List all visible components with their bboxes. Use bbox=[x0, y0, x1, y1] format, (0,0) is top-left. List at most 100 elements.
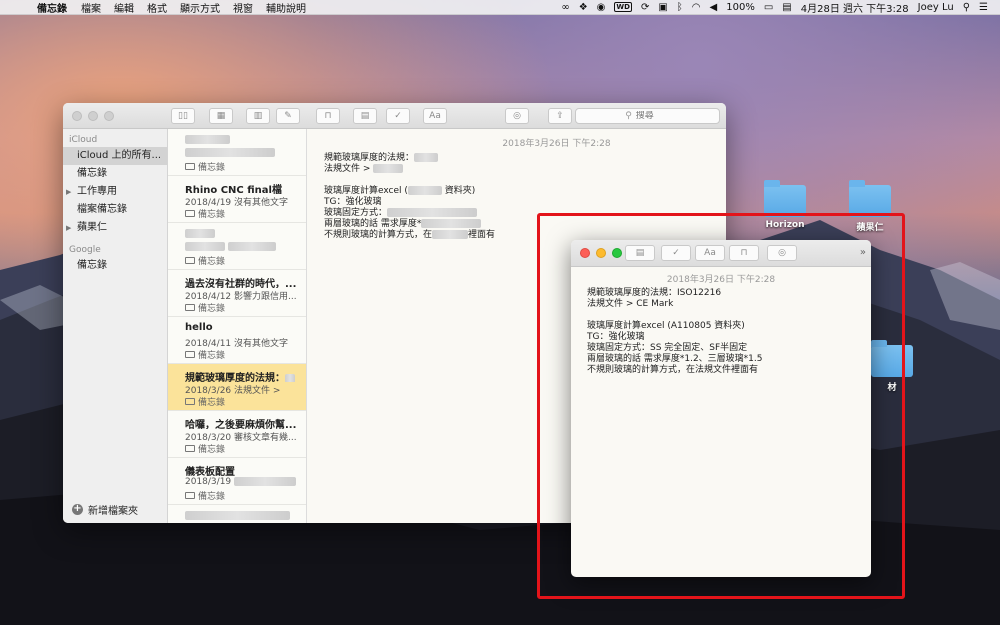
bluetooth-icon[interactable]: ᛒ bbox=[677, 2, 683, 13]
redacted-text bbox=[407, 186, 442, 195]
note-list-item[interactable]: hello 2018/4/11 沒有其他文字 備忘錄 bbox=[168, 317, 306, 364]
sidebar-item-icloud-all[interactable]: iCloud 上的所有... bbox=[63, 147, 167, 165]
note-list-item-selected[interactable]: 規範玻璃厚度的法規： 2018/3/26 法規文件 > 備忘錄 bbox=[168, 364, 306, 411]
input-source-flag-icon[interactable]: ▤ bbox=[782, 2, 791, 13]
menu-file[interactable]: 檔案 bbox=[81, 0, 101, 15]
sidebar-item-google-notes[interactable]: 備忘錄 bbox=[63, 257, 167, 275]
note-body[interactable]: 規範玻璃厚度的法規：ISO12216 法規文件 > CE Mark 玻璃厚度計算… bbox=[571, 288, 871, 376]
text-format-icon: Aa bbox=[429, 111, 441, 121]
menu-window[interactable]: 視窗 bbox=[233, 0, 253, 15]
note-list-item[interactable]: 儀表板配置 2018/3/19 備忘錄 bbox=[168, 458, 306, 505]
menubar-user[interactable]: Joey Lu bbox=[918, 2, 954, 13]
toggle-sidebar-button[interactable]: ▯▯ bbox=[171, 108, 195, 124]
sidebar-item-apple-ren[interactable]: ▶ 蘋果仁 bbox=[63, 219, 167, 237]
lock-note-button[interactable]: ⊓ bbox=[729, 245, 759, 261]
attachments-browser-button[interactable]: ▦ bbox=[209, 108, 233, 124]
desktop-folder-horizon[interactable]: Horizon bbox=[763, 180, 807, 230]
main-toolbar: ▯▯ ▦ ▥ ✎ ⊓ ▤ ✓ Aa ◎ ⇪ ⚲ bbox=[63, 103, 726, 129]
note-folder-label: 備忘錄 bbox=[198, 350, 226, 361]
note-folder: 備忘錄 bbox=[185, 442, 306, 455]
note-line: 兩層玻璃的話 需求厚度* bbox=[324, 219, 726, 230]
desktop-folder-label: Horizon bbox=[765, 220, 805, 230]
sidebar-item-label: 工作專用 bbox=[77, 186, 117, 197]
menu-format[interactable]: 格式 bbox=[147, 0, 167, 15]
close-button[interactable] bbox=[72, 111, 82, 121]
note-title-redacted bbox=[185, 134, 306, 147]
note-folder: 備忘錄 bbox=[185, 489, 306, 502]
menubar-clock[interactable]: 4月28日 週六 下午3:28 bbox=[801, 0, 909, 15]
people-icon: ◎ bbox=[778, 248, 786, 258]
desktop-folder-material[interactable]: 材 bbox=[870, 340, 914, 393]
redacted-text bbox=[185, 148, 275, 157]
note-folder-label: 備忘錄 bbox=[198, 303, 226, 314]
format-text-button[interactable]: Aa bbox=[423, 108, 447, 124]
search-field[interactable]: ⚲ bbox=[575, 108, 720, 124]
note-title: 過去沒有社群的時代，... bbox=[185, 279, 297, 288]
sidebar-item-label: 備忘錄 bbox=[77, 260, 107, 271]
add-people-button[interactable]: ◎ bbox=[767, 245, 797, 261]
creative-cloud-icon[interactable]: ∞ bbox=[561, 2, 569, 13]
toolbar-overflow-icon[interactable]: » bbox=[860, 247, 866, 258]
sidebar-item-work[interactable]: ▶ 工作專用 bbox=[63, 183, 167, 201]
trash-icon: ▥ bbox=[253, 111, 263, 121]
note-folder: 備忘錄 bbox=[185, 160, 306, 173]
lock-note-button[interactable]: ⊓ bbox=[316, 108, 340, 124]
table-button[interactable]: ▤ bbox=[625, 245, 655, 261]
battery-percent[interactable]: 100% bbox=[726, 2, 755, 13]
wifi-icon[interactable]: ◠ bbox=[692, 2, 701, 13]
delete-note-button[interactable]: ▥ bbox=[246, 108, 270, 124]
note-folder: 備忘錄 bbox=[185, 254, 306, 267]
sidebar-item-label: 備忘錄 bbox=[77, 168, 107, 179]
checklist-button[interactable]: ✓ bbox=[386, 108, 410, 124]
format-text-button[interactable]: Aa bbox=[695, 245, 725, 261]
table-button[interactable]: ▤ bbox=[353, 108, 377, 124]
note-body[interactable]: 規範玻璃厚度的法規： 法規文件 > 玻璃厚度計算excel ( 資料夾) TG：… bbox=[307, 153, 726, 241]
sidebar-item-file-notes[interactable]: 檔案備忘錄 bbox=[63, 201, 167, 219]
checklist-button[interactable]: ✓ bbox=[661, 245, 691, 261]
desktop-folder-apple-ren[interactable]: 蘋果仁 bbox=[848, 180, 892, 233]
menu-edit[interactable]: 編輯 bbox=[114, 0, 134, 15]
close-button[interactable] bbox=[580, 248, 590, 258]
eye-icon[interactable]: ◉ bbox=[597, 2, 606, 13]
battery-icon[interactable]: ▭ bbox=[764, 2, 773, 13]
note-list-item[interactable]: Rhino CNC final檔 2018/4/19 沒有其他文字 備忘錄 bbox=[168, 176, 306, 223]
spotlight-icon[interactable]: ⚲ bbox=[963, 2, 970, 13]
search-icon: ⚲ bbox=[625, 111, 632, 121]
menu-app-name[interactable]: 備忘錄 bbox=[37, 0, 67, 15]
note-list-item[interactable]: 過去沒有社群的時代，... 2018/4/12 影響力跟信用... 備忘錄 bbox=[168, 270, 306, 317]
minimize-button[interactable] bbox=[88, 111, 98, 121]
note-line: 玻璃固定方式： bbox=[324, 208, 726, 219]
share-button[interactable]: ⇪ bbox=[548, 108, 572, 124]
dropbox-icon[interactable]: ❖ bbox=[579, 2, 588, 13]
note-list-item[interactable]: 哈囉，之後要麻煩你幫... 2018/3/20 審核文章有幾... 備忘錄 bbox=[168, 411, 306, 458]
new-folder-button[interactable]: + 新增檔案夾 bbox=[72, 502, 138, 517]
note-title: 儀表板配置 bbox=[185, 467, 235, 476]
note-list-item[interactable]: 備忘錄 bbox=[168, 129, 306, 176]
disclosure-triangle-icon[interactable]: ▶ bbox=[66, 219, 71, 237]
note-line: 規範玻璃厚度的法規： bbox=[324, 153, 726, 164]
note-list-item[interactable] bbox=[168, 505, 306, 523]
disclosure-triangle-icon[interactable]: ▶ bbox=[66, 183, 71, 201]
notification-center-icon[interactable]: ☰ bbox=[979, 2, 988, 13]
note-folder: 備忘錄 bbox=[185, 207, 306, 220]
menu-help[interactable]: 輔助說明 bbox=[266, 0, 306, 15]
menu-view[interactable]: 顯示方式 bbox=[180, 0, 220, 15]
note-list-item[interactable]: 備忘錄 bbox=[168, 223, 306, 270]
display-icon[interactable]: ▣ bbox=[658, 2, 667, 13]
sidebar-group-icloud: iCloud bbox=[69, 135, 98, 145]
note-folder-label: 備忘錄 bbox=[198, 397, 226, 408]
volume-icon[interactable]: ◀ bbox=[710, 2, 718, 13]
folder-icon bbox=[185, 491, 195, 499]
add-people-button[interactable]: ◎ bbox=[505, 108, 529, 124]
sidebar-item-notes[interactable]: 備忘錄 bbox=[63, 165, 167, 183]
zoom-button[interactable] bbox=[612, 248, 622, 258]
minimize-button[interactable] bbox=[596, 248, 606, 258]
wd-drive-icon[interactable]: WD bbox=[614, 2, 632, 12]
new-note-button[interactable]: ✎ bbox=[276, 108, 300, 124]
sidebar-group-google: Google bbox=[69, 245, 101, 255]
search-input[interactable] bbox=[635, 111, 670, 121]
table-icon: ▤ bbox=[360, 111, 370, 121]
zoom-button[interactable] bbox=[104, 111, 114, 121]
sync-icon[interactable]: ⟳ bbox=[641, 2, 649, 13]
note-date: 2018/3/19 bbox=[185, 477, 232, 487]
